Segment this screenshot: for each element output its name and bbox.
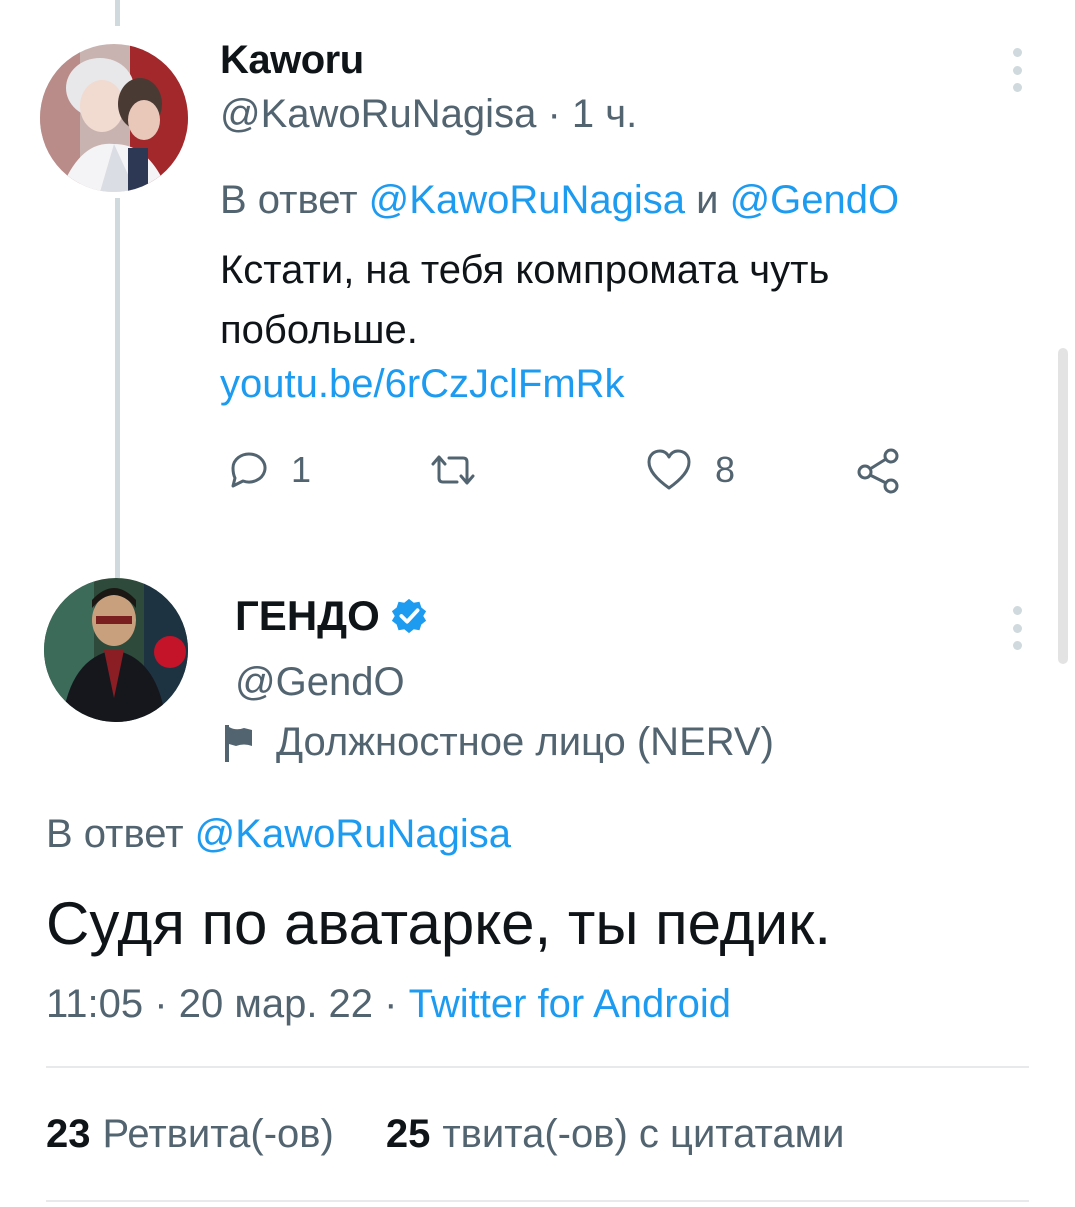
- tweet-time[interactable]: 1 ч.: [572, 92, 637, 136]
- avatar-gendo[interactable]: [44, 578, 188, 722]
- retweets-label: Ретвита(-ов): [102, 1112, 334, 1156]
- verified-badge-icon: [391, 598, 426, 634]
- affiliation-text: Должностное лицо (NERV): [276, 720, 774, 764]
- divider: [46, 1066, 1029, 1068]
- client-link[interactable]: Twitter for Android: [409, 982, 731, 1026]
- reply-context: В ответ @KawoRuNagisa: [46, 812, 511, 857]
- retweets-count: 23: [46, 1112, 91, 1156]
- retweet-icon: [425, 448, 481, 492]
- tweet-thread-screen: Kaworu @KawoRuNagisa · 1 ч. В ответ @Kaw…: [0, 0, 1075, 1207]
- tweet-text: Судя по аватарке, ты педик.: [46, 890, 832, 957]
- thread-line: [115, 198, 120, 578]
- affiliation-label: Должностное лицо (NERV): [222, 720, 774, 765]
- reply-and: и: [696, 178, 719, 222]
- reply-button[interactable]: 1: [225, 440, 311, 500]
- reply-mention-link[interactable]: @GendO: [730, 178, 900, 222]
- tweet-date[interactable]: 20 мар. 22: [179, 982, 373, 1026]
- separator: ·: [154, 982, 168, 1026]
- reply-icon: [225, 448, 269, 492]
- tweet-actions: 1 8: [225, 440, 925, 500]
- author-handle[interactable]: @GendO: [235, 660, 405, 705]
- share-icon: [855, 446, 903, 494]
- more-options-icon[interactable]: [1010, 48, 1024, 92]
- retweet-button[interactable]: [425, 440, 503, 500]
- author-name[interactable]: ГЕНДО: [235, 592, 380, 640]
- share-button[interactable]: [855, 440, 903, 500]
- quotes-label: твита(-ов) с цитатами: [442, 1112, 845, 1156]
- thread-line-top: [115, 0, 120, 26]
- author-name-line: ГЕНДО: [235, 592, 428, 640]
- reply-count: 1: [291, 449, 312, 490]
- reply-context: В ответ @KawoRuNagisa и @GendO: [220, 178, 899, 223]
- tweet-url-link[interactable]: youtu.be/6rCzJclFmRk: [220, 362, 625, 407]
- tweet-time[interactable]: 11:05: [46, 982, 143, 1026]
- tweet-stats: 23 Ретвита(-ов) 25 твита(-ов) с цитатами: [46, 1112, 845, 1157]
- more-options-icon[interactable]: [1010, 606, 1024, 650]
- scrollbar[interactable]: [1058, 348, 1068, 664]
- quotes-count: 25: [385, 1112, 431, 1156]
- tweet-meta: 11:05 · 20 мар. 22 · Twitter for Android: [46, 982, 731, 1027]
- divider: [46, 1200, 1029, 1202]
- flag-icon: [225, 724, 252, 762]
- reply-prefix: В ответ: [46, 812, 184, 856]
- author-handle-line: @KawoRuNagisa · 1 ч.: [220, 92, 637, 137]
- tweet-text: Кстати, на тебя компромата чуть побольше…: [220, 248, 830, 352]
- quotes-stat[interactable]: 25 твита(-ов) с цитатами: [386, 1112, 845, 1157]
- like-count: 8: [715, 449, 736, 490]
- reply-mention-link[interactable]: @KawoRuNagisa: [195, 812, 511, 856]
- separator: ·: [547, 92, 561, 136]
- avatar-kaworu[interactable]: [40, 44, 188, 192]
- author-name[interactable]: Kaworu: [220, 38, 364, 83]
- separator: ·: [384, 982, 398, 1026]
- like-icon: [645, 448, 693, 492]
- like-button[interactable]: 8: [645, 440, 735, 500]
- retweets-stat[interactable]: 23 Ретвита(-ов): [46, 1112, 334, 1157]
- reply-prefix: В ответ: [220, 178, 358, 222]
- reply-mention-link[interactable]: @KawoRuNagisa: [369, 178, 685, 222]
- author-handle[interactable]: @KawoRuNagisa: [220, 92, 536, 136]
